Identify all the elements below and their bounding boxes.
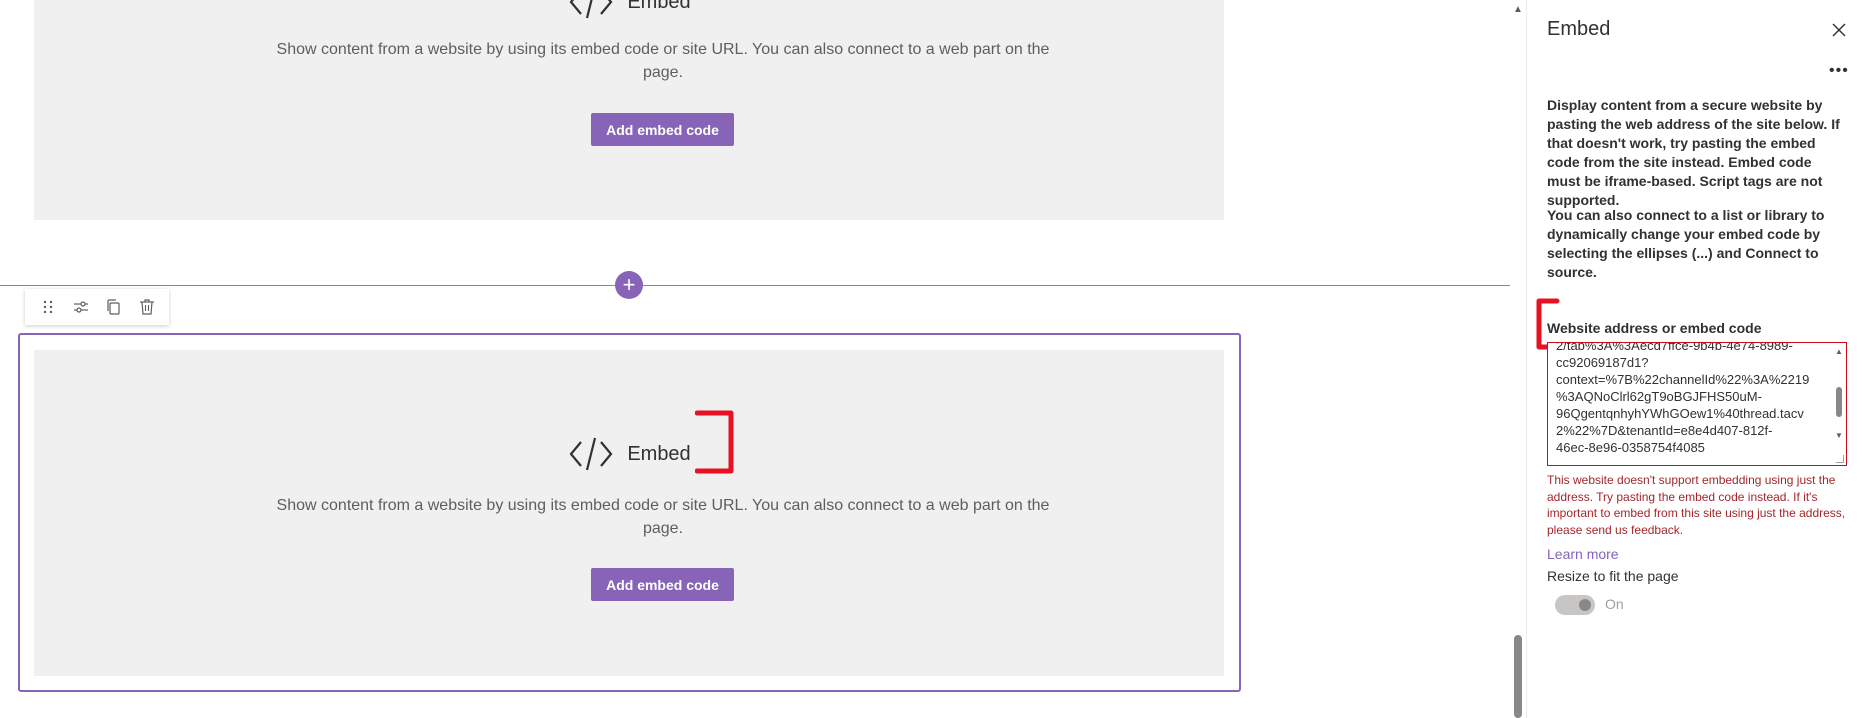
annotation-bracket	[695, 410, 734, 474]
duplicate-icon	[106, 299, 120, 315]
scroll-up-icon[interactable]: ▲	[1512, 4, 1524, 16]
property-pane: Embed ••• Display content from a secure …	[1526, 0, 1864, 718]
scroll-down-icon[interactable]: ▼	[1835, 431, 1843, 440]
code-icon	[569, 0, 613, 19]
page-canvas: Embed Show content from a website by usi…	[0, 0, 1510, 718]
edit-properties-button[interactable]	[68, 294, 94, 320]
textarea-scrollbar[interactable]: ▲ ▼	[1832, 343, 1846, 465]
pane-connect-description: You can also connect to a list or librar…	[1547, 207, 1825, 280]
add-embed-code-button[interactable]: Add embed code	[591, 113, 734, 146]
embed-title: Embed	[627, 442, 691, 465]
embed-field-label: Website address or embed code	[1547, 320, 1762, 336]
section-divider	[0, 285, 1510, 286]
embed-webpart-bottom[interactable]: Embed Show content from a website by usi…	[34, 350, 1224, 676]
scroll-up-icon[interactable]: ▲	[1835, 347, 1843, 356]
drag-handle-icon	[43, 300, 52, 314]
code-icon	[569, 437, 613, 471]
learn-more-link[interactable]: Learn more	[1547, 546, 1619, 562]
resize-handle[interactable]	[1836, 455, 1844, 463]
embed-code-value: 2/tab%3A%3Aecd7ffce-9b4b-4e74-8989- cc92…	[1556, 342, 1810, 455]
scrollbar-thumb[interactable]	[1836, 387, 1842, 417]
toggle-knob	[1579, 599, 1591, 611]
embed-description: Show content from a website by using its…	[276, 41, 1050, 81]
add-embed-code-button[interactable]: Add embed code	[591, 568, 734, 601]
embed-title: Embed	[627, 0, 691, 13]
drag-handle-button[interactable]	[35, 294, 61, 320]
pane-description: Display content from a secure website by…	[1547, 97, 1840, 208]
embed-webpart-top[interactable]: Embed Show content from a website by usi…	[34, 0, 1224, 220]
embed-header: Embed	[34, 434, 1224, 474]
error-message: This website doesn't support embedding u…	[1547, 473, 1846, 537]
webpart-toolbar	[25, 289, 169, 325]
embed-header: Embed	[34, 0, 1224, 22]
canvas-scrollbar[interactable]: ▲	[1510, 0, 1526, 718]
resize-toggle-label: Resize to fit the page	[1547, 568, 1679, 584]
toggle-state-label: On	[1605, 596, 1624, 612]
duplicate-button[interactable]	[101, 294, 127, 320]
embed-code-textarea[interactable]: 2/tab%3A%3Aecd7ffce-9b4b-4e74-8989- cc92…	[1547, 342, 1847, 466]
scrollbar-thumb[interactable]	[1514, 635, 1522, 718]
close-icon[interactable]	[1829, 20, 1849, 40]
more-options-button[interactable]: •••	[1829, 62, 1849, 80]
embed-description: Show content from a website by using its…	[276, 497, 1050, 537]
edit-properties-icon	[73, 301, 88, 313]
delete-icon	[139, 299, 154, 315]
add-section-button[interactable]: +	[615, 271, 643, 299]
resize-toggle[interactable]	[1555, 595, 1595, 615]
pane-title: Embed	[1547, 18, 1611, 40]
delete-button[interactable]	[134, 294, 160, 320]
